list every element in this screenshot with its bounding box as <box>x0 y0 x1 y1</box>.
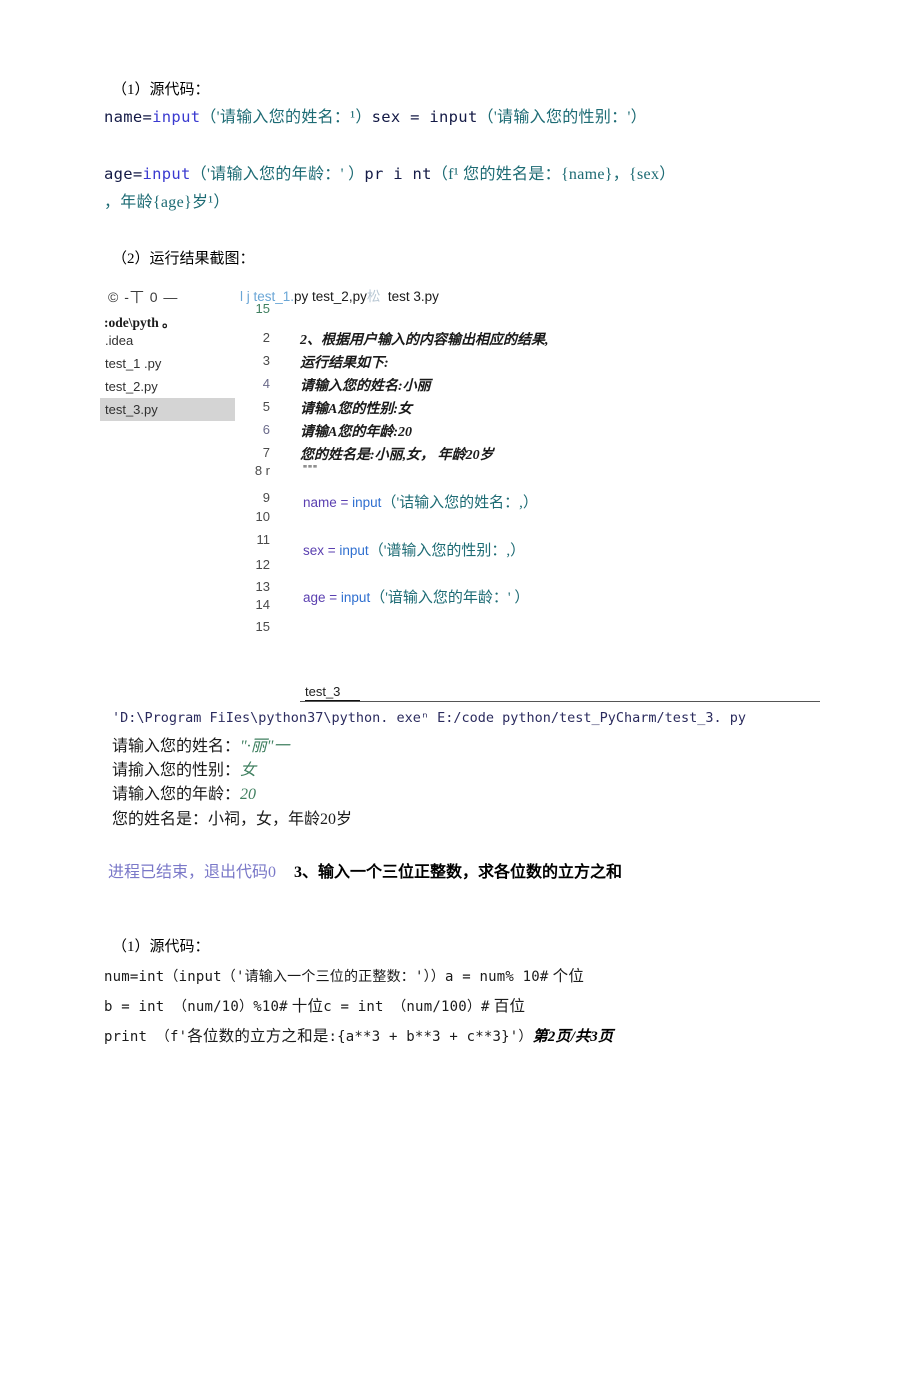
source-line-2: age=input（'请输入您的年龄：' ）pr i nt（f¹ 您的姓名是：{… <box>104 160 676 184</box>
source-token-age-assign: age= <box>104 165 143 183</box>
console-prompt-sex-row: 请揄入您的性别：女 <box>112 756 256 780</box>
docstring-line-1: 2、根据用户输入的内容输出相应的结果, <box>300 333 549 348</box>
line-number-12: 12 <box>255 557 270 572</box>
source-token-prompt-name: （'请输入您的姓名：¹） <box>200 109 372 126</box>
console-process-end: 进程已结束，退出代码0 <box>108 864 277 881</box>
tree-item-test-3[interactable]: test_3.py <box>100 398 235 421</box>
console-input-sex: 女 <box>240 762 257 779</box>
editor-str-age: （'谙输入您的年龄：' ） <box>370 590 530 606</box>
docstring-line-2: 运行结果如下: <box>300 356 389 371</box>
source2-token-b: b = int （num/10）%10# <box>104 999 288 1015</box>
source2-token-c: c = int （num/100）# <box>323 999 490 1015</box>
project-root-label[interactable]: :ode\pyth 。 <box>104 311 176 331</box>
line-number-2: 2 <box>262 330 270 345</box>
source-token-name-assign: name= <box>104 108 153 126</box>
tree-item-idea[interactable]: .idea <box>100 329 235 352</box>
editor-var-name: name = <box>303 495 353 510</box>
line-number-15a: 15 <box>255 301 270 316</box>
docstring-line-4: 请输A您的性别:女 <box>300 402 412 417</box>
section-3-label: （1）源代码： <box>112 939 210 955</box>
console-command-line: 'D:\Program FiIes\python37\python. exeⁿ … <box>112 710 746 726</box>
line-number-8: 8 r <box>254 463 270 478</box>
line-number-6: 6 <box>262 422 270 437</box>
console-prompt-age-row: 请输入您的年龄：20 <box>112 780 256 804</box>
console-prompt-sex: 请揄入您的性别： <box>112 762 241 779</box>
editor-var-age: age = <box>303 590 341 605</box>
tab-test-2[interactable]: py test_2,py <box>294 289 367 304</box>
source2-comment-hundreds: 百位 <box>489 998 526 1015</box>
tree-item-test-1[interactable]: test_1 .py <box>100 352 235 375</box>
tab-test-3[interactable]: test 3.py <box>388 289 439 304</box>
line-number-11: 11 <box>256 532 271 547</box>
console-tab-test-3[interactable]: test_3 <box>305 684 340 699</box>
docstring-line-3: 请输入您的姓名:小丽 <box>300 379 431 394</box>
source2-comment-units: 个位 <box>548 968 585 985</box>
editor-fn-input-3: input <box>340 590 371 605</box>
line-number-7: 7 <box>262 445 270 460</box>
source-line-1: name=input（'请输入您的姓名：¹）sex = input（'请输入您的… <box>104 103 647 127</box>
section-2-label: （2）运行结果截图： <box>112 251 255 267</box>
console-prompt-name-row: 请输入您的姓名："·丽"一 <box>112 732 289 756</box>
line-number-3: 3 <box>262 353 270 368</box>
source-token-input-1: input <box>152 108 201 126</box>
editor-code-line-name: name = input（'诘输入您的姓名：,） <box>303 491 538 512</box>
source-token-sex-assign: sex = input <box>371 108 478 126</box>
console-divider <box>300 701 820 702</box>
tab-prefix-icon: l j <box>240 289 254 304</box>
source-token-print: pr i nt <box>364 165 432 183</box>
source2-fstring-cn: 各位数的立方之和是 <box>187 1028 329 1045</box>
console-prompt-name: 请输入您的姓名： <box>112 738 241 755</box>
docstring-line-5: 请输A您的年龄:20 <box>300 425 412 440</box>
editor-str-name: （'诘输入您的姓名：,） <box>381 495 538 511</box>
console-input-age: 20 <box>240 786 257 803</box>
line-number-14: 14 <box>255 597 270 612</box>
tree-item-test-2[interactable]: test_2.py <box>100 375 235 398</box>
source-token-prompt-sex: （'请输入您的性别：'） <box>477 109 647 126</box>
page-footer: 第2页/共3页 <box>532 1029 614 1045</box>
editor-code-line-print-clipped: print（f' 您的姓名是：{name}，{sex}，年龄{age}岁'） <box>303 633 630 635</box>
console-result-line: 您的姓名是：小祠，女，年龄20岁 <box>112 811 353 828</box>
console-prompt-age: 请输入您的年龄： <box>112 786 241 803</box>
ide-screenshot: © -丅 0 — :ode\pyth 。 .idea test_1 .py te… <box>100 285 630 635</box>
editor-str-sex: （'谱输入您的性别：,） <box>368 543 526 559</box>
docstring-line-6: 您的姓名是:小丽,女， 年龄20岁 <box>300 448 494 463</box>
ide-toolbar-icons[interactable]: © -丅 0 — <box>108 287 178 307</box>
source-token-prompt-age: （'请输入您的年龄：' ） <box>190 166 365 183</box>
source2-token-num: num=int（input（'请输入一个三位的正整数：'））a = num% 1… <box>104 969 549 985</box>
line-number-15b: 15 <box>255 619 270 634</box>
source2-line-2: b = int （num/10）%10# 十位c = int （num/100）… <box>104 994 525 1016</box>
docstring-close-quote: """ <box>302 464 318 475</box>
tab-pin-icon: 松 <box>366 289 381 304</box>
console-input-name: "·丽"一 <box>240 738 290 755</box>
line-number-13: 13 <box>255 579 270 594</box>
editor-fn-input-2: input <box>339 543 369 558</box>
source2-token-print: print （f' <box>104 1029 188 1045</box>
line-number-4: 4 <box>262 376 270 391</box>
project-file-tree: .idea test_1 .py test_2.py test_3.py <box>100 329 235 421</box>
heading-section-3: 3、输入一个三位正整数，求各位数的立方之和 <box>294 864 623 881</box>
editor-code-line-sex: sex = input（'谱输入您的性别：,） <box>303 539 525 560</box>
source2-fstring-expr: :{a**3 + b**3 + c**3}'） <box>328 1029 533 1045</box>
source2-line-3: print （f'各位数的立方之和是:{a**3 + b**3 + c**3}'… <box>104 1024 613 1046</box>
line-number-10: 10 <box>255 509 270 524</box>
source-line-3: ，年龄{age}岁¹） <box>104 194 230 211</box>
editor-fn-input-1: input <box>352 495 382 510</box>
source2-comment-tens: 十位 <box>287 998 324 1015</box>
source-token-fstring-1: （f¹ 您的姓名是：{name}，{sex） <box>431 166 676 183</box>
source2-line-1: num=int（input（'请输入一个三位的正整数：'））a = num% 1… <box>104 964 584 986</box>
line-number-9: 9 <box>262 490 270 505</box>
editor-var-sex: sex = <box>303 543 340 558</box>
line-number-5: 5 <box>262 399 270 414</box>
section-1-label: （1）源代码： <box>112 82 210 98</box>
document-page: （1）源代码： name=input（'请输入您的姓名：¹）sex = inpu… <box>0 0 920 1375</box>
editor-code-line-age: age = input（'谙输入您的年龄：' ） <box>303 586 529 607</box>
console-tab-underline <box>305 700 360 701</box>
source-token-input-2: input <box>142 165 191 183</box>
